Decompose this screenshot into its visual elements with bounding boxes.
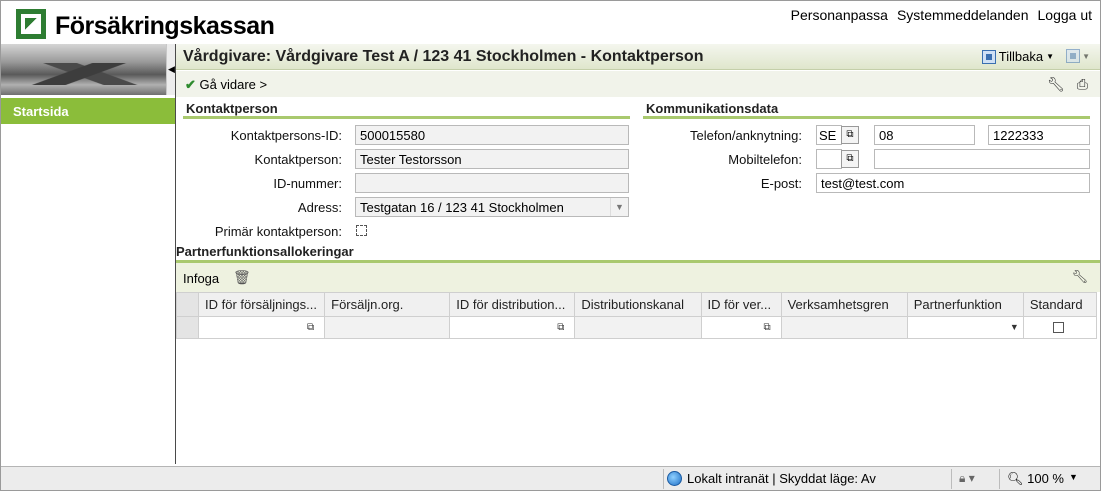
- column-header[interactable]: ID för ver...: [700, 292, 782, 317]
- phone-country-field[interactable]: SE: [816, 125, 842, 145]
- value-help-icon[interactable]: ⧉: [841, 126, 859, 144]
- chevron-down-icon[interactable]: ▼: [610, 198, 628, 216]
- wrench-icon[interactable]: 🔧︎: [1071, 269, 1088, 285]
- status-separator: [663, 469, 664, 489]
- column-header[interactable]: Verksamhetsgren: [780, 292, 908, 317]
- checkmark-icon: ✔: [185, 77, 196, 92]
- contact-section-rule: [183, 116, 630, 119]
- id-number-field[interactable]: [355, 173, 629, 193]
- address-value: Testgatan 16 / 123 41 Stockholmen: [360, 200, 564, 215]
- insert-button[interactable]: Infoga: [183, 271, 219, 286]
- email-label: E-post:: [760, 176, 802, 191]
- wrench-icon[interactable]: 🔧︎: [1047, 76, 1065, 93]
- value-help-icon[interactable]: ⧉: [557, 322, 564, 333]
- comm-section-rule: [643, 116, 1090, 119]
- phone-area-field[interactable]: 08: [874, 125, 975, 145]
- mobile-number-field[interactable]: [874, 149, 1090, 169]
- partner-section-title: Partnerfunktionsallokeringar: [176, 244, 354, 259]
- back-icon: [981, 49, 996, 64]
- forward-button[interactable]: ▼: [1066, 49, 1090, 63]
- address-label: Adress:: [297, 200, 342, 215]
- contact-name-label: Kontaktperson:: [254, 152, 342, 167]
- column-header[interactable]: Partnerfunktion: [906, 292, 1024, 317]
- value-help-icon[interactable]: ⧉: [307, 322, 314, 333]
- primary-contact-checkbox[interactable]: [356, 225, 367, 236]
- nav-banner-image: [1, 44, 166, 95]
- column-header[interactable]: ID för försäljnings...: [198, 292, 326, 317]
- mobile-country-field[interactable]: [816, 149, 842, 169]
- logo-text: Försäkringskassan: [55, 12, 275, 40]
- standard-checkbox[interactable]: [1052, 322, 1064, 333]
- division-id-cell[interactable]: ⧉: [700, 316, 782, 339]
- logout-link[interactable]: Logga ut: [1038, 7, 1093, 23]
- logo-icon: [16, 9, 46, 39]
- mobile-label: Mobiltelefon:: [728, 152, 802, 167]
- sales-org-cell: [324, 316, 451, 339]
- forward-icon: [1066, 49, 1081, 63]
- security-zone[interactable]: Lokalt intranät | Skyddat läge: Av: [667, 471, 876, 486]
- contact-id-label: Kontaktpersons-ID:: [230, 128, 342, 143]
- go-on-button[interactable]: ✔ Gå vidare >: [185, 77, 267, 93]
- page-title: Vårdgivare: Vårdgivare Test A / 123 41 S…: [183, 48, 704, 65]
- primary-contact-label: Primär kontaktperson:: [214, 224, 342, 239]
- phone-number-field[interactable]: 1222333: [988, 125, 1090, 145]
- partner-function-cell[interactable]: ▼: [906, 316, 1024, 339]
- email-field[interactable]: test@test.com: [816, 173, 1090, 193]
- personalize-link[interactable]: Personanpassa: [791, 7, 888, 23]
- zoom-value: 100 %: [1027, 471, 1064, 486]
- nav-item-startsida[interactable]: Startsida: [1, 97, 175, 124]
- protected-mode-icon[interactable]: 🔒︎ ▾: [959, 471, 975, 486]
- distribution-id-cell[interactable]: ⧉: [449, 316, 576, 339]
- security-zone-text: Lokalt intranät | Skyddat läge: Av: [687, 471, 876, 486]
- browser-status-bar: Lokalt intranät | Skyddat läge: Av 🔒︎ ▾ …: [1, 466, 1100, 490]
- column-header[interactable]: Standard: [1022, 292, 1098, 317]
- app-header: Försäkringskassan Personanpassa Systemme…: [1, 1, 1100, 44]
- value-help-icon[interactable]: ⧉: [841, 150, 859, 168]
- top-links: Personanpassa Systemmeddelanden Logga ut: [791, 7, 1092, 23]
- contact-section-title: Kontaktperson: [186, 101, 278, 116]
- standard-cell[interactable]: [1022, 316, 1098, 339]
- trash-icon[interactable]: 🗑︎: [233, 269, 251, 286]
- page-titlebar: Vårdgivare: Vårdgivare Test A / 123 41 S…: [176, 44, 1100, 70]
- chevron-down-icon[interactable]: ▼: [1069, 472, 1078, 482]
- address-select[interactable]: Testgatan 16 / 123 41 Stockholmen ▼: [355, 197, 629, 217]
- sales-id-cell[interactable]: ⧉: [198, 316, 326, 339]
- globe-icon: [667, 471, 682, 486]
- partner-table-toolbar: Infoga 🗑︎ 🔧︎: [176, 260, 1100, 292]
- go-on-label: Gå vidare >: [199, 77, 268, 92]
- table-row[interactable]: ⧉ ⧉ ⧉ ▼: [175, 316, 1098, 339]
- system-messages-link[interactable]: Systemmeddelanden: [897, 7, 1029, 23]
- contact-name-field[interactable]: Tester Testorsson: [355, 149, 629, 169]
- division-cell: [780, 316, 908, 339]
- status-separator: [951, 469, 952, 489]
- row-selector[interactable]: [175, 316, 200, 339]
- print-icon[interactable]: ⎙: [1077, 76, 1088, 93]
- value-help-icon[interactable]: ⧉: [763, 322, 770, 333]
- column-header[interactable]: Distributionskanal: [574, 292, 702, 317]
- chevron-down-icon[interactable]: ▼: [1046, 52, 1054, 61]
- back-label: Tillbaka: [998, 49, 1044, 64]
- contact-id-field[interactable]: 500015580: [355, 125, 629, 145]
- status-separator: [999, 469, 1000, 489]
- chevron-down-icon[interactable]: ▼: [1082, 52, 1090, 61]
- column-header[interactable]: Försäljn.org.: [324, 292, 451, 317]
- row-selector-header[interactable]: [175, 292, 200, 317]
- zoom-control[interactable]: 🔍︎ 100 %: [1007, 471, 1064, 487]
- column-header[interactable]: ID för distribution...: [449, 292, 576, 317]
- page-toolbar: ✔ Gå vidare > 🔧︎ ⎙: [176, 71, 1100, 97]
- phone-label: Telefon/anknytning:: [689, 128, 802, 143]
- id-number-label: ID-nummer:: [273, 176, 342, 191]
- comm-section-title: Kommunikationsdata: [646, 101, 779, 116]
- distribution-channel-cell: [574, 316, 702, 339]
- partner-table: ID för försäljnings... Försäljn.org. ID …: [175, 292, 1098, 339]
- chevron-down-icon[interactable]: ▼: [1010, 322, 1019, 332]
- back-button[interactable]: Tillbaka ▼: [981, 49, 1054, 64]
